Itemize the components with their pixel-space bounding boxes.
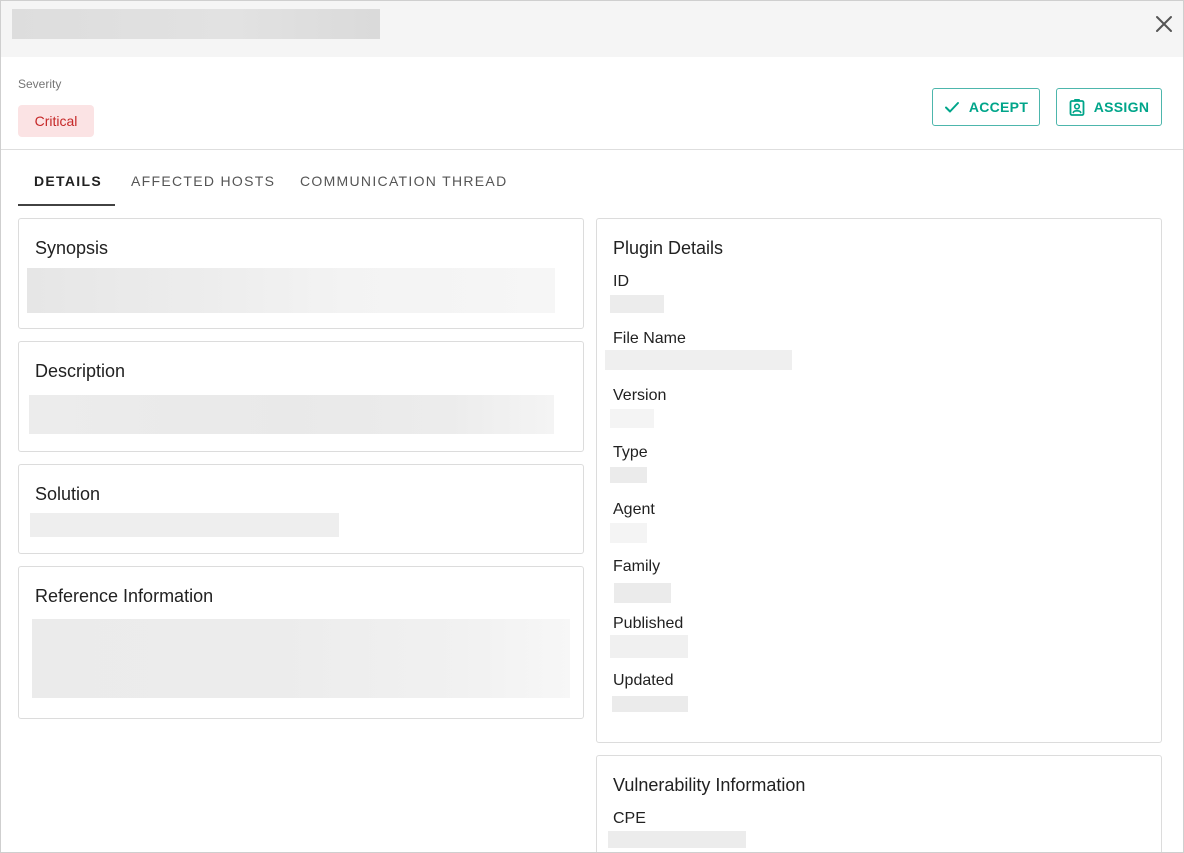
- tab-details[interactable]: DETAILS: [34, 173, 102, 189]
- reference-information-title: Reference Information: [35, 586, 214, 606]
- plugin-field-family-label: Family: [613, 558, 661, 575]
- vuln-field-cpe-label: CPE: [613, 810, 646, 827]
- close-icon: [1156, 16, 1172, 32]
- plugin-details-card: Plugin Details ID File Name Version Type…: [596, 218, 1162, 743]
- reference-content-redacted: [32, 619, 570, 698]
- plugin-field-version-value-redacted: [610, 409, 654, 428]
- vulnerability-detail-dialog: Severity Critical ACCEPT ASSIGN DETAILS …: [0, 0, 1184, 853]
- synopsis-card: Synopsis: [18, 218, 584, 329]
- synopsis-content-redacted: [27, 268, 555, 313]
- solution-card: Solution: [18, 464, 584, 554]
- plugin-field-updated-label: Updated: [613, 672, 674, 689]
- assign-user-icon: [1069, 98, 1085, 116]
- plugin-field-id-label: ID: [613, 273, 629, 290]
- header-divider: [1, 149, 1183, 150]
- check-icon: [944, 102, 959, 113]
- close-button[interactable]: [1153, 13, 1175, 35]
- accept-button[interactable]: ACCEPT: [932, 88, 1040, 126]
- plugin-field-type-label: Type: [613, 444, 648, 461]
- accept-button-label: ACCEPT: [968, 99, 1029, 115]
- vulnerability-information-card: Vulnerability Information CPE: [596, 755, 1162, 852]
- severity-badge: Critical: [18, 105, 94, 137]
- vuln-field-cpe-value-redacted: [608, 831, 746, 848]
- plugin-field-type-value-redacted: [610, 467, 647, 483]
- plugin-field-published-label: Published: [613, 615, 684, 632]
- plugin-field-agent-label: Agent: [613, 501, 655, 518]
- plugin-details-title: Plugin Details: [613, 238, 724, 258]
- reference-information-card: Reference Information: [18, 566, 584, 719]
- solution-content-redacted: [30, 513, 339, 537]
- vulnerability-information-title: Vulnerability Information: [613, 775, 806, 795]
- synopsis-title: Synopsis: [35, 238, 109, 258]
- assign-button[interactable]: ASSIGN: [1056, 88, 1162, 126]
- severity-label: Severity: [18, 77, 62, 91]
- plugin-field-agent-value-redacted: [610, 523, 647, 543]
- description-title: Description: [35, 361, 126, 381]
- description-card: Description: [18, 341, 584, 452]
- plugin-field-file-name-value-redacted: [605, 350, 792, 370]
- plugin-field-published-value-redacted: [610, 635, 688, 658]
- plugin-field-file-name-label: File Name: [613, 330, 686, 347]
- assign-button-label: ASSIGN: [1093, 99, 1150, 115]
- plugin-field-version-label: Version: [613, 387, 667, 404]
- tab-communication-thread[interactable]: COMMUNICATION THREAD: [300, 173, 507, 189]
- active-tab-indicator: [18, 204, 115, 206]
- plugin-field-id-value-redacted: [610, 295, 664, 313]
- tab-affected-hosts[interactable]: AFFECTED HOSTS: [131, 173, 275, 189]
- plugin-field-updated-value-redacted: [612, 696, 688, 712]
- dialog-title-bar: [1, 1, 1183, 57]
- solution-title: Solution: [35, 484, 101, 504]
- description-content-redacted: [29, 395, 554, 434]
- dialog-title-redacted: [12, 9, 380, 39]
- plugin-field-family-value-redacted: [614, 583, 671, 603]
